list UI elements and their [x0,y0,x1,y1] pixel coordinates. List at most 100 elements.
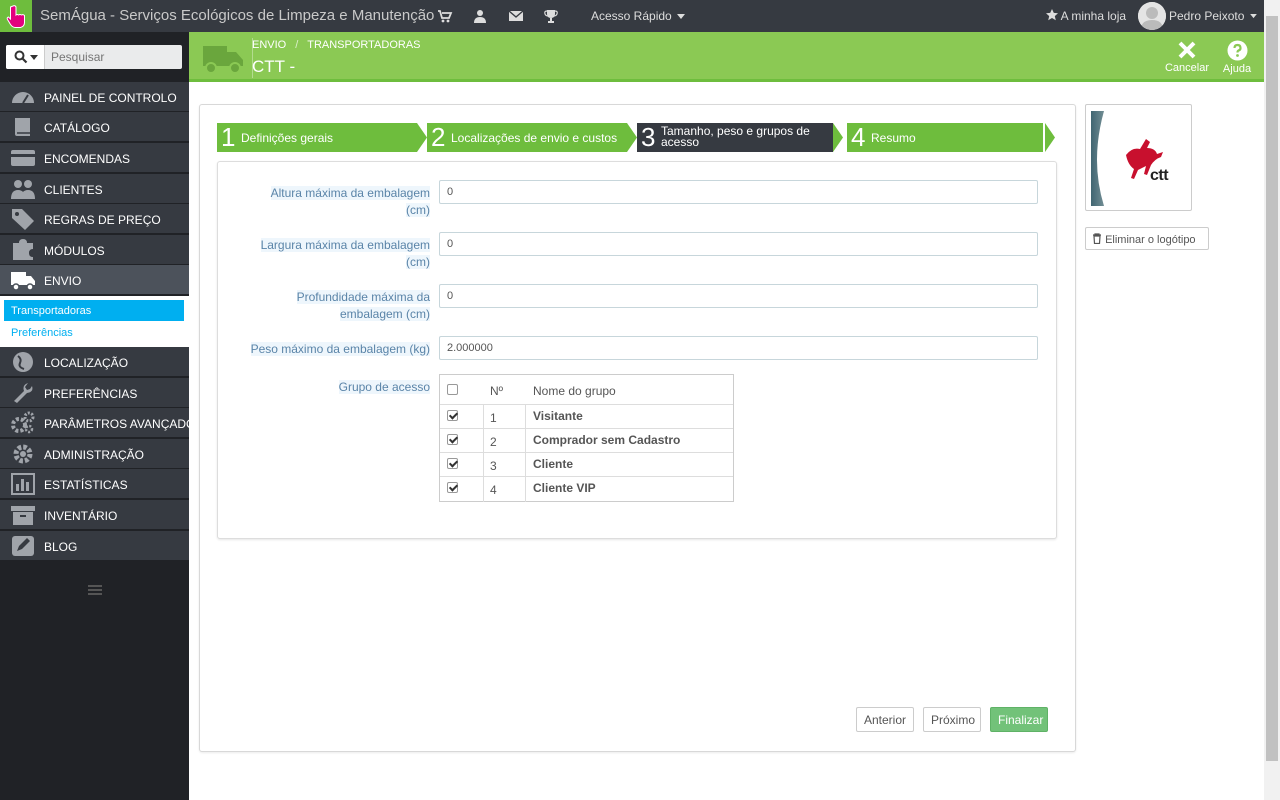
top-bar: SemÁgua - Serviços Ecológicos de Limpeza… [0,0,1264,32]
caret-down-icon [677,13,686,19]
scrollbar-thumb[interactable] [1266,16,1278,761]
page-header: ENVIO / TRANSPORTADORAS CTT - Cancelar A… [189,32,1264,82]
sidebar-item-label: BLOG [44,540,78,554]
sidebar-item-dashboard[interactable]: PAINEL DE CONTROLO [0,82,189,112]
max-height-input[interactable] [439,180,1038,204]
cart-icon[interactable] [437,8,453,24]
sidebar-item-label: CATÁLOGO [44,121,110,135]
shipping-submenu: Transportadoras Preferências [0,296,189,347]
group-id: 4 [490,483,497,497]
submenu-item-carriers[interactable]: Transportadoras [4,300,184,321]
wrench-icon [14,383,33,403]
select-all-checkbox[interactable] [447,384,458,395]
sidebar-item-preferences[interactable]: PREFERÊNCIAS [0,378,189,408]
help-button[interactable]: Ajuda [1212,40,1262,75]
sidebar-item-catalog[interactable]: CATÁLOGO [0,112,189,142]
delete-logo-button[interactable]: Eliminar o logótipo [1085,227,1209,250]
breadcrumb-carriers[interactable]: TRANSPORTADORAS [307,39,420,51]
truck-icon [203,46,243,74]
users-icon [11,180,35,199]
max-weight-input[interactable] [439,336,1038,360]
logo[interactable] [0,0,32,32]
archive-icon [11,506,35,525]
group-name: Visitante [533,409,583,423]
step-number: 1 [221,122,236,152]
group-checkbox[interactable] [447,434,458,445]
shop-title[interactable]: SemÁgua - Serviços Ecológicos de Limpeza… [40,7,434,24]
sidebar-item-label: PREFERÊNCIAS [44,387,138,401]
sidebar-item-label: ADMINISTRAÇÃO [44,448,145,462]
sidebar-item-advanced-parameters[interactable]: PARÂMETROS AVANÇADOS [0,408,203,438]
pencil-square-icon [12,536,34,556]
ctt-logo-text: ctt [1150,167,1169,184]
trophy-icon[interactable] [543,8,559,24]
column-divider [483,405,484,502]
menu-collapse-icon[interactable] [88,585,102,595]
column-divider [525,405,526,502]
help-label: Ajuda [1222,63,1252,75]
sidebar-item-shipping[interactable]: ENVIO [0,265,189,295]
submenu-item-preferences[interactable]: Preferências [4,322,184,343]
cancel-button[interactable]: Cancelar [1162,40,1212,74]
wizard-step-3[interactable]: 3 Tamanho, peso e grupos de acesso [637,123,847,152]
user-menu[interactable]: Pedro Peixoto [1169,9,1257,23]
search-input[interactable] [51,45,181,69]
finish-button[interactable]: Finalizar [990,707,1048,732]
wizard-step-4[interactable]: 4 Resumo [847,123,1056,152]
sidebar-item-orders[interactable]: ENCOMENDAS [0,143,189,173]
trash-icon [1093,233,1101,245]
group-name: Cliente [533,457,574,471]
search-type-button[interactable] [6,45,45,69]
label-line: (cm) [406,255,430,269]
envelope-icon[interactable] [508,8,524,24]
sidebar-item-statistics[interactable]: ESTATÍSTICAS [0,469,189,499]
bar-chart-icon [11,473,35,495]
label-line: Profundidade máxima da [296,290,430,304]
previous-button[interactable]: Anterior [856,707,914,732]
sidebar-item-label: REGRAS DE PREÇO [44,213,161,227]
breadcrumb-shipping[interactable]: ENVIO [252,39,286,51]
group-id: 1 [490,411,497,425]
my-store-link[interactable]: A minha loja [1046,9,1126,23]
column-header-number: Nº [490,384,504,398]
step-number: 3 [641,122,656,152]
max-width-input[interactable] [439,232,1038,256]
label-line: Largura máxima da embalagem [260,238,430,252]
sidebar-item-administration[interactable]: ADMINISTRAÇÃO [0,439,189,469]
sidebar-item-label: INVENTÁRIO [44,509,118,523]
truck-icon [11,272,35,291]
label-line: Peso máximo da embalagem (kg) [250,342,430,356]
group-checkbox[interactable] [447,458,458,469]
column-header-group-name: Nome do grupo [533,384,616,398]
cogs-icon [11,411,35,434]
avatar[interactable] [1138,2,1166,30]
help-icon [1227,40,1247,61]
group-id: 2 [490,435,497,449]
label-line: (cm) [406,203,430,217]
max-weight-label: Peso máximo da embalagem (kg) [220,341,430,358]
group-checkbox[interactable] [447,410,458,421]
carrier-logo-preview: ctt [1085,104,1192,211]
sidebar-item-customers[interactable]: CLIENTES [0,174,189,204]
label-line: Grupo de acesso [338,380,430,394]
tags-icon [12,209,34,230]
access-group-table: Nº Nome do grupo 1 Visitante 2 Comprador… [439,374,734,502]
sidebar-item-modules[interactable]: MÓDULOS [0,235,189,265]
sidebar-item-blog[interactable]: BLOG [0,531,189,561]
wizard-step-1[interactable]: 1 Definições gerais [217,123,427,152]
wizard-step-2[interactable]: 2 Localizações de envio e custos [427,123,637,152]
next-button[interactable]: Próximo [923,707,981,732]
sidebar-item-inventory[interactable]: INVENTÁRIO [0,500,189,530]
label-line: embalagem (cm) [339,307,430,321]
max-depth-input[interactable] [439,284,1038,308]
delete-logo-label: Eliminar o logótipo [1105,234,1196,246]
sidebar-item-price-rules[interactable]: REGRAS DE PREÇO [0,204,189,234]
star-icon [1046,9,1058,21]
quick-access-menu[interactable]: Acesso Rápido [591,9,686,23]
sidebar-item-localization[interactable]: LOCALIZAÇÃO [0,347,189,377]
step-label: Resumo [871,131,916,145]
user-icon[interactable] [472,8,488,24]
group-checkbox[interactable] [447,482,458,493]
search-icon [14,50,28,64]
credit-card-icon [11,150,35,166]
